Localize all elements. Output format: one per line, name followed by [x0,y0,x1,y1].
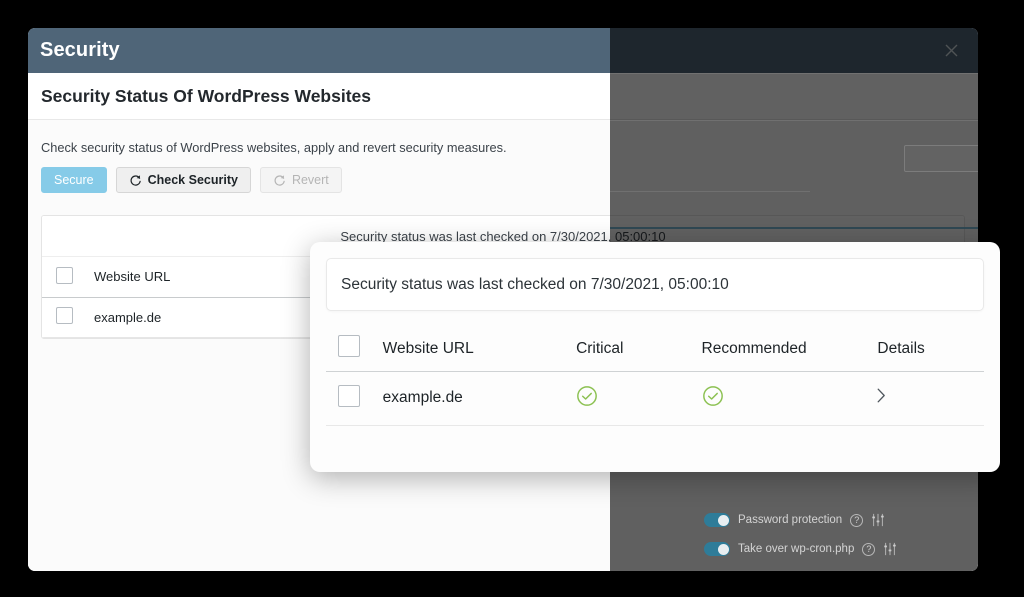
popup-recommended-header: Recommended [701,327,878,372]
popup-select-all-header [326,327,383,372]
row-checkbox[interactable] [338,384,360,407]
select-all-checkbox[interactable] [56,266,73,284]
popup-status-banner: Security status was last checked on 7/30… [326,258,984,311]
action-toolbar: Secure Check Security Revert [41,167,965,193]
popup-row-details-cell [877,371,984,426]
select-all-checkbox[interactable] [338,335,360,358]
refresh-icon [273,174,286,187]
popup-row-select-cell [326,371,383,426]
check-security-button-label: Check Security [147,173,238,187]
toggle-switch[interactable] [704,542,730,556]
intro-description: Check security status of WordPress websi… [41,140,507,155]
window-title: Security [40,39,120,61]
row-select-cell [42,297,94,338]
screen-root: Security Security Status Of WordPress We… [0,0,1024,597]
popup-row-recommended-cell [701,371,878,426]
question-mark-icon[interactable]: ? [862,542,876,556]
refresh-icon [129,174,142,187]
check-circle-icon [576,385,598,407]
window-titlebar: Security [28,28,978,73]
page-header: Security Status Of WordPress Websites [28,73,978,120]
toggle-label: Take over wp-cron.php [738,543,855,555]
popup-row-critical-cell [576,371,702,426]
popup-row-url-cell: example.de [382,371,577,426]
question-mark-icon[interactable]: ? [850,513,864,527]
secure-button[interactable]: Secure [41,167,107,193]
row-checkbox[interactable] [56,307,73,324]
security-status-popup: Security status was last checked on 7/30… [310,242,1000,472]
chevron-right-icon[interactable] [877,388,886,406]
toggle-row-password-protection[interactable]: Password protection ? [704,513,885,527]
popup-details-header: Details [877,327,984,372]
toggle-row-wp-cron[interactable]: Take over wp-cron.php ? [704,542,897,556]
revert-button-label: Revert [291,173,329,187]
popup-table-header-row: Website URL Critical Recommended Details [326,327,984,372]
sliders-icon[interactable] [883,542,897,556]
select-all-header [42,257,94,298]
sliders-icon[interactable] [871,513,885,527]
page-title: Security Status Of WordPress Websites [41,85,372,106]
close-icon[interactable] [940,40,962,62]
toggle-switch[interactable] [704,513,730,527]
toggle-label: Password protection [738,514,843,526]
popup-critical-header: Critical [576,327,702,372]
check-circle-icon [702,385,724,407]
popup-websites-table: Website URL Critical Recommended Details… [326,327,984,426]
revert-button[interactable]: Revert [259,167,342,193]
table-row: example.de [326,371,984,426]
check-security-button[interactable]: Check Security [115,167,251,193]
popup-url-header: Website URL [382,327,577,372]
secure-button-label: Secure [54,173,94,187]
